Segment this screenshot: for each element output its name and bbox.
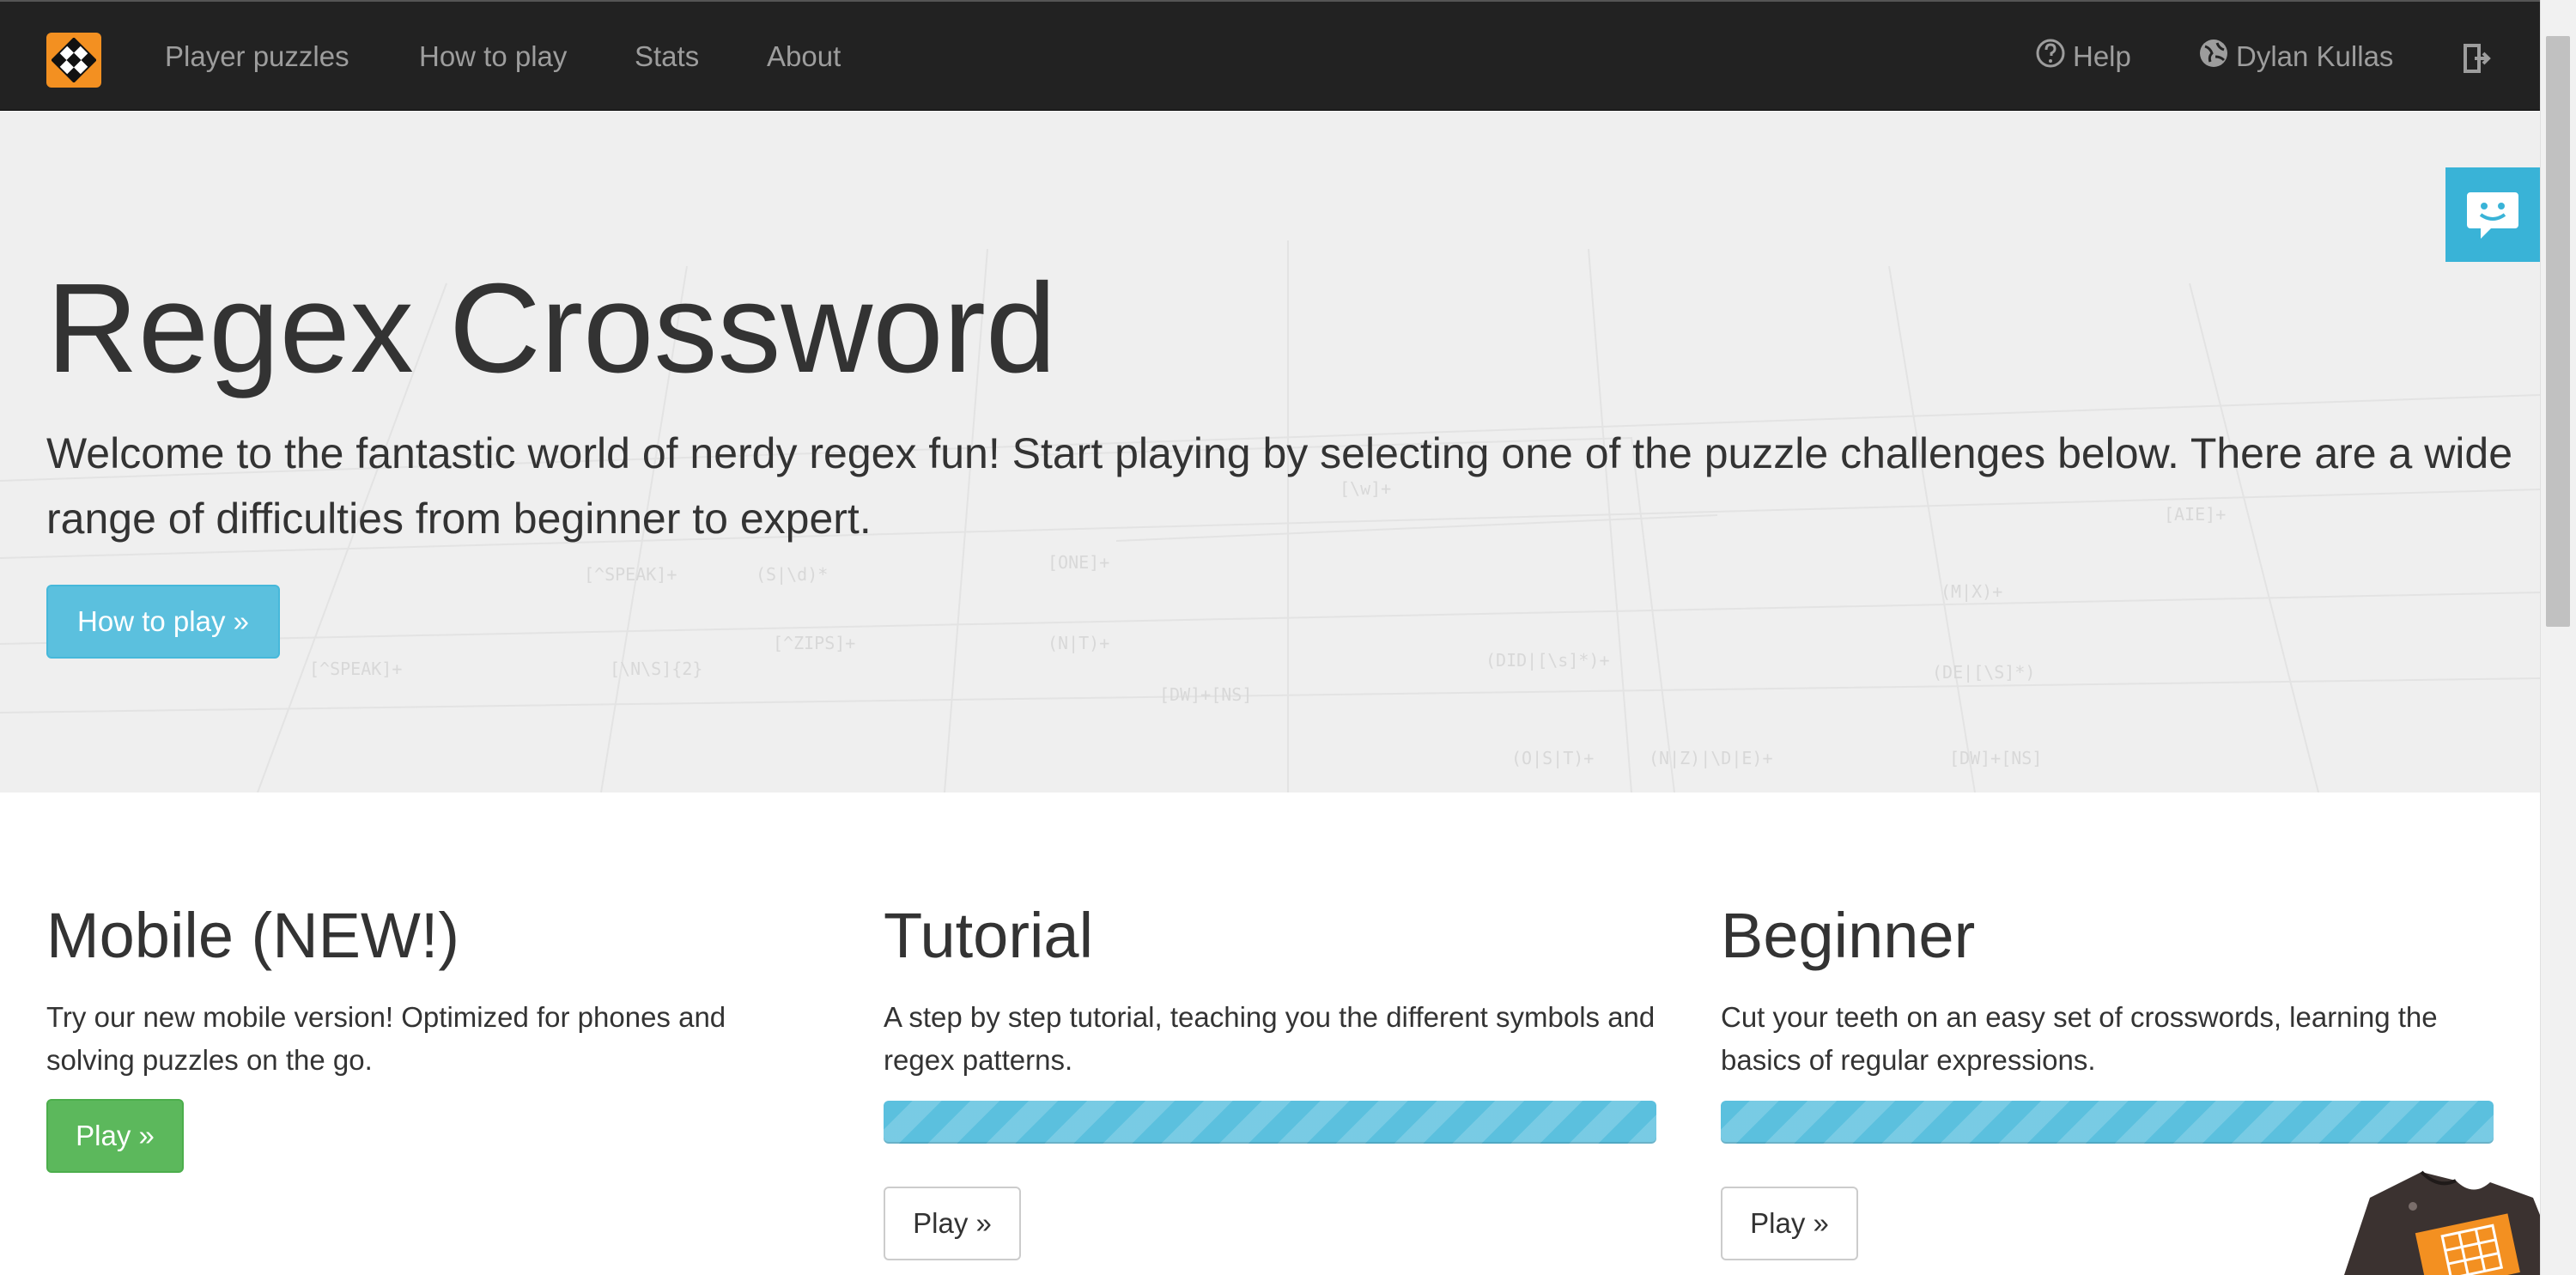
scrollbar-thumb[interactable] — [2546, 36, 2570, 627]
bg-snippet: [^SPEAK]+ — [584, 564, 677, 585]
bg-snippet: (DID|[\s]*)+ — [1485, 650, 1610, 671]
mobile-play-button[interactable]: Play » — [46, 1099, 184, 1173]
card-mobile: Mobile (NEW!) Try our new mobile version… — [46, 893, 819, 1173]
tutorial-progress-bar — [884, 1101, 1656, 1144]
globe-icon — [2198, 4, 2229, 113]
card-description: Cut your teeth on an easy set of crosswo… — [1721, 1001, 2438, 1076]
nav-help-label: Help — [2073, 40, 2131, 72]
bg-snippet: [ONE]+ — [1048, 552, 1109, 573]
bg-snippet: (DE|[\S]*) — [1932, 662, 2035, 683]
bg-snippet: [DW]+[NS] — [1949, 748, 2042, 768]
tutorial-play-button[interactable]: Play » — [884, 1187, 1021, 1260]
nav-about[interactable]: About — [767, 2, 841, 111]
card-title: Beginner — [1721, 900, 1976, 971]
bg-snippet: [^SPEAK]+ — [309, 659, 402, 679]
nav-how-to-play[interactable]: How to play — [419, 2, 567, 111]
card-title: Tutorial — [884, 900, 1094, 971]
beginner-progress-bar — [1721, 1101, 2494, 1144]
bg-snippet: [\N\S]{2} — [610, 659, 702, 679]
card-description: Try our new mobile version! Optimized fo… — [46, 1001, 726, 1076]
nav-stats[interactable]: Stats — [635, 2, 699, 111]
card-tutorial: Tutorial A step by step tutorial, teachi… — [884, 893, 1656, 1260]
bg-snippet: (S|\d)* — [756, 564, 828, 585]
bg-snippet: (M|X)+ — [1941, 581, 2002, 602]
bg-snippet: (O|S|T)+ — [1511, 748, 1594, 768]
nav-player-puzzles[interactable]: Player puzzles — [165, 2, 349, 111]
nav-user[interactable]: Dylan Kullas — [2198, 2, 2393, 111]
nav-help[interactable]: Help — [2035, 2, 2131, 111]
top-navbar: Player puzzles How to play Stats About H… — [0, 2, 2540, 111]
question-circle-icon — [2035, 4, 2066, 113]
card-title: Mobile (NEW!) — [46, 900, 460, 971]
card-description: A step by step tutorial, teaching you th… — [884, 1001, 1656, 1076]
welcome-text: Welcome to the fantastic world of nerdy … — [46, 429, 2513, 543]
nav-user-name: Dylan Kullas — [2236, 40, 2394, 72]
bg-snippet: (N|T)+ — [1048, 633, 1109, 653]
tshirt-promo-image[interactable] — [2318, 1163, 2540, 1275]
bg-snippet: [DW]+[NS] — [1159, 684, 1252, 705]
chat-smile-icon — [2467, 192, 2518, 239]
feedback-button[interactable] — [2445, 167, 2540, 262]
page-title: Regex Crossword — [46, 258, 1057, 399]
hero-jumbotron: [^SPEAK]+ (S|\d)* [ONE]+ (N|T)+ [DW]+[NS… — [0, 112, 2540, 792]
card-beginner: Beginner Cut your teeth on an easy set o… — [1721, 893, 2494, 1260]
sign-out-icon[interactable] — [2463, 2, 2492, 111]
bg-snippet: [^ZIPS]+ — [773, 633, 855, 653]
regex-crossword-logo-icon[interactable] — [46, 33, 101, 88]
bg-snippet: (N|Z)|\D|E)+ — [1649, 748, 1773, 768]
how-to-play-button[interactable]: How to play » — [46, 585, 280, 659]
beginner-play-button[interactable]: Play » — [1721, 1187, 1858, 1260]
